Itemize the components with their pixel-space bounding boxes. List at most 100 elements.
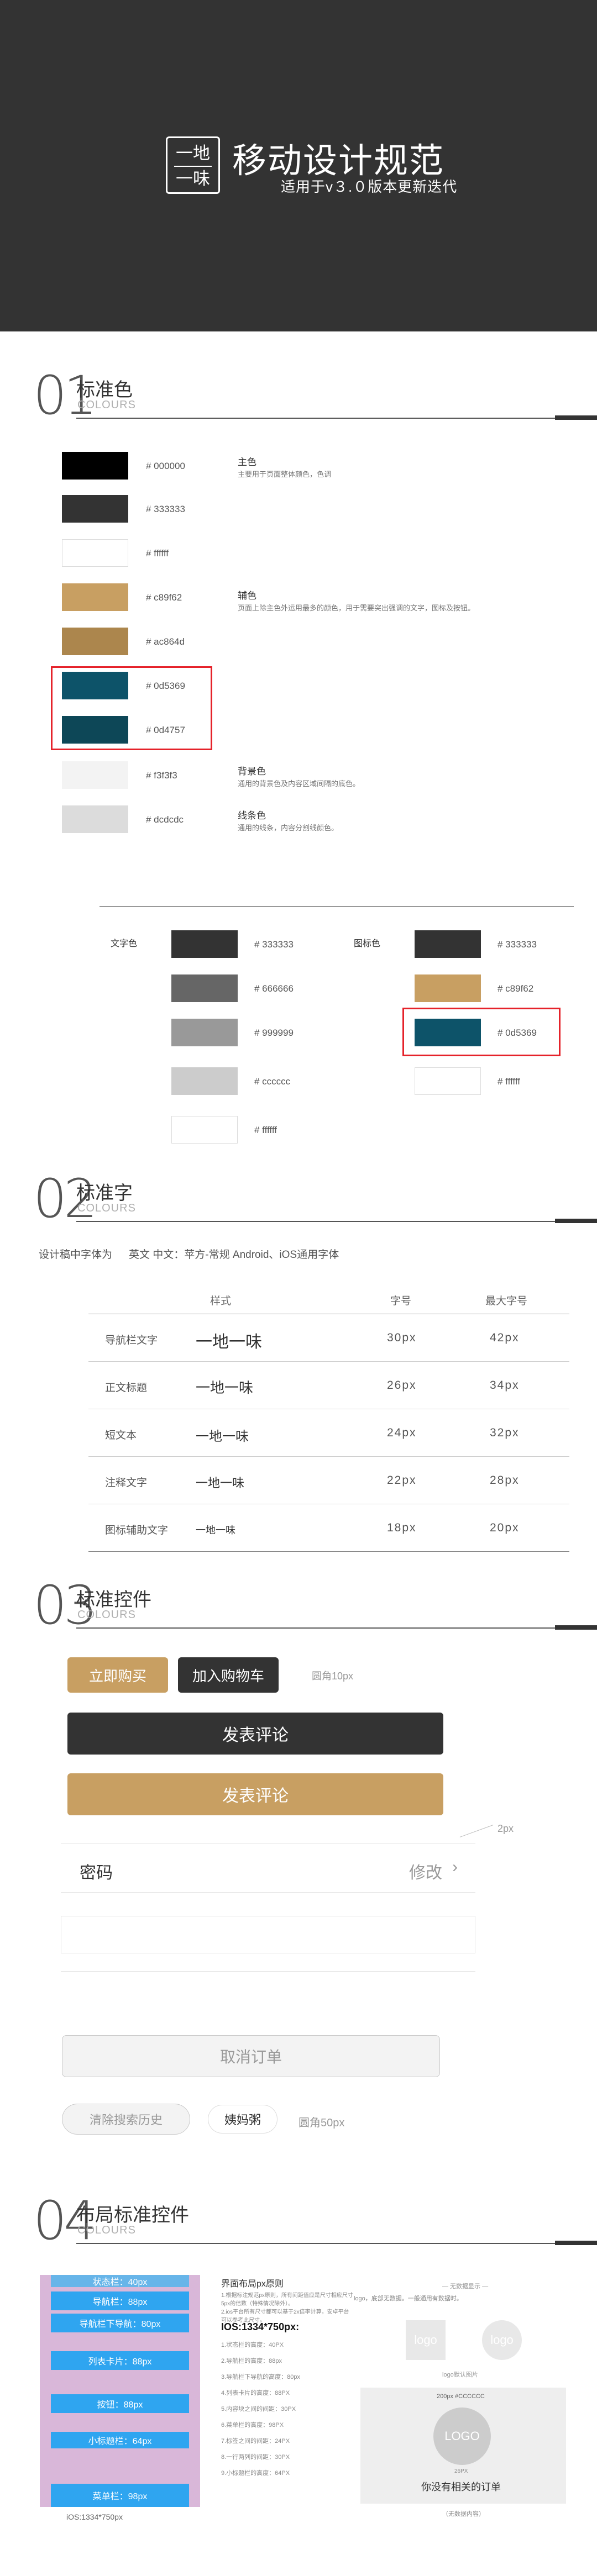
font-intro: 设计稿中字体为 英文 中文：苹方-常规 Android、iOS通用字体 <box>39 1246 339 1261</box>
ios-title: IOS:1334*750px: <box>221 2321 300 2332</box>
radius-note: 圆角10px <box>312 1671 354 1682</box>
row-size: 30px <box>387 1331 417 1344</box>
px-note: 2px <box>498 1823 514 1834</box>
clear-history-button[interactable]: 清除搜索历史 <box>62 2104 190 2135</box>
buy-now-button[interactable]: 立即购买 <box>67 1657 168 1693</box>
highlight-box <box>51 666 212 750</box>
pointer-line <box>459 1825 494 1837</box>
swatch-hex: # f3f3f3 <box>146 770 177 781</box>
text-color-label: 文字色 <box>111 939 138 949</box>
ios-item: 8.一行两列的间距：30PX <box>221 2454 290 2461</box>
section-divider-accent <box>555 2241 597 2245</box>
logo-line-1: 一地 <box>176 144 210 163</box>
section-divider <box>76 1627 597 1629</box>
swatch-hex: # ffffff <box>498 1076 520 1087</box>
page-title: 移动设计规范 <box>232 140 445 181</box>
section-divider <box>76 1221 597 1222</box>
section-title: 标准字 <box>76 1183 133 1204</box>
table-divider <box>88 1361 569 1362</box>
layout-band: 列表卡片：88px <box>51 2351 189 2370</box>
swatch-hex: # c89f62 <box>498 983 534 994</box>
layout-band: 导航栏下导航：80px <box>51 2314 189 2332</box>
ios-item: 6.菜单栏的高度：98PX <box>221 2422 284 2429</box>
section-subtitle: COLOURS <box>77 399 136 411</box>
text-swatch-ffffff <box>171 1116 238 1144</box>
password-row[interactable]: 密码 修改 › <box>61 1843 475 1893</box>
chevron-right-icon: › <box>452 1858 458 1876</box>
row-size: 26px <box>387 1379 417 1392</box>
group-desc: 主要用于页面整体颜色，色调 <box>238 470 332 478</box>
layout-band: 按钮：88px <box>51 2394 189 2413</box>
row-max: 28px <box>490 1474 520 1487</box>
row-sample: 一地一味 <box>196 1379 254 1396</box>
separator-line <box>61 1971 475 1972</box>
add-to-cart-button[interactable]: 加入购物车 <box>178 1657 279 1693</box>
row-max: 32px <box>490 1426 520 1439</box>
empty-card-text: 你没有相关的订单 <box>421 2482 501 2493</box>
table-divider <box>88 1456 569 1457</box>
tag-chip[interactable]: 姨妈粥 <box>208 2105 277 2134</box>
row-sample: 一地一味 <box>196 1429 249 1444</box>
section-title: 布局标准控件 <box>76 2205 189 2226</box>
empty-desc: logo，底部无数据。一般通用有数据时。 <box>354 2295 463 2302</box>
group-desc: 通用的线条，内容分割线颜色。 <box>238 824 339 832</box>
section-header-layout: 04 布局标准控件 COLOURS <box>33 2193 597 2254</box>
row-sample: 一地一味 <box>196 1525 235 1536</box>
divider <box>100 906 574 907</box>
swatch-hex: # ffffff <box>146 548 169 559</box>
section-divider-accent <box>555 415 597 420</box>
swatch-hex: # 999999 <box>254 1028 294 1038</box>
layout-band: 小标题栏：64px <box>51 2432 189 2448</box>
table-divider <box>88 1551 569 1552</box>
ios-item: 7.标签之间的间距：24PX <box>221 2438 290 2445</box>
table-header: 字号 <box>390 1295 412 1307</box>
row-sample: 一地一味 <box>196 1476 245 1490</box>
text-swatch-666666 <box>171 974 238 1002</box>
ios-item: 9.小标题栏的高度：64PX <box>221 2470 290 2477</box>
icon-color-label: 图标色 <box>354 939 381 949</box>
empty-card-note: 200px #CCCCCC <box>437 2393 485 2400</box>
rule-title: 界面布局px原则 <box>221 2279 284 2289</box>
empty-state-card: 200px #CCCCCC LOGO 26PX 你没有相关的订单 <box>360 2388 566 2504</box>
ios-item: 3.导航栏下导航的高度：80px <box>221 2374 301 2380</box>
row-max: 42px <box>490 1331 520 1344</box>
font-intro-label: 设计稿中字体为 <box>39 1249 113 1261</box>
comment-dark-button[interactable]: 发表评论 <box>67 1713 443 1755</box>
icon-swatch-ffffff <box>415 1067 481 1095</box>
row-name: 导航栏文字 <box>105 1335 158 1346</box>
section-divider <box>76 2243 597 2244</box>
ios-item: 4.列表卡片的高度：88PX <box>221 2390 290 2396</box>
swatch-333333 <box>62 495 128 523</box>
row-max: 20px <box>490 1521 520 1534</box>
empty-card-sub: 26PX <box>454 2468 468 2474</box>
comment-gold-button[interactable]: 发表评论 <box>67 1773 443 1815</box>
swatch-c89f62 <box>62 583 128 611</box>
row-size: 22px <box>387 1474 417 1487</box>
swatch-hex: # 333333 <box>146 504 185 514</box>
row-size: 18px <box>387 1521 417 1534</box>
modify-label: 修改 <box>409 1864 442 1882</box>
row-name: 短文本 <box>105 1430 137 1441</box>
cancel-order-button[interactable]: 取消订单 <box>62 2035 440 2077</box>
group-name: 辅色 <box>238 591 256 601</box>
table-header: 样式 <box>210 1295 232 1307</box>
layout-band: 导航栏：88px <box>51 2291 189 2310</box>
group-name: 主色 <box>238 457 256 467</box>
logo-placeholder-circle: logo <box>482 2320 522 2360</box>
empty-input-field[interactable] <box>61 1916 475 1953</box>
swatch-000000 <box>62 452 128 480</box>
text-swatch-333333 <box>171 930 238 958</box>
icon-swatch-c89f62 <box>415 974 481 1002</box>
swatch-hex: # 333333 <box>254 939 294 950</box>
row-sample: 一地一味 <box>196 1333 262 1351</box>
row-max: 34px <box>490 1379 520 1392</box>
section-subtitle: COLOURS <box>77 1609 136 1621</box>
group-desc: 页面上除主色外运用最多的颜色，用于需要突出强调的文字，图标及按钮。 <box>238 604 475 612</box>
pill-radius-note: 圆角50px <box>298 2117 345 2129</box>
text-swatch-999999 <box>171 1019 238 1046</box>
section-divider <box>76 418 597 419</box>
swatch-f3f3f3 <box>62 761 128 789</box>
swatch-hex: # c89f62 <box>146 592 182 603</box>
row-size: 24px <box>387 1426 417 1439</box>
swatch-hex: # 333333 <box>498 939 537 950</box>
